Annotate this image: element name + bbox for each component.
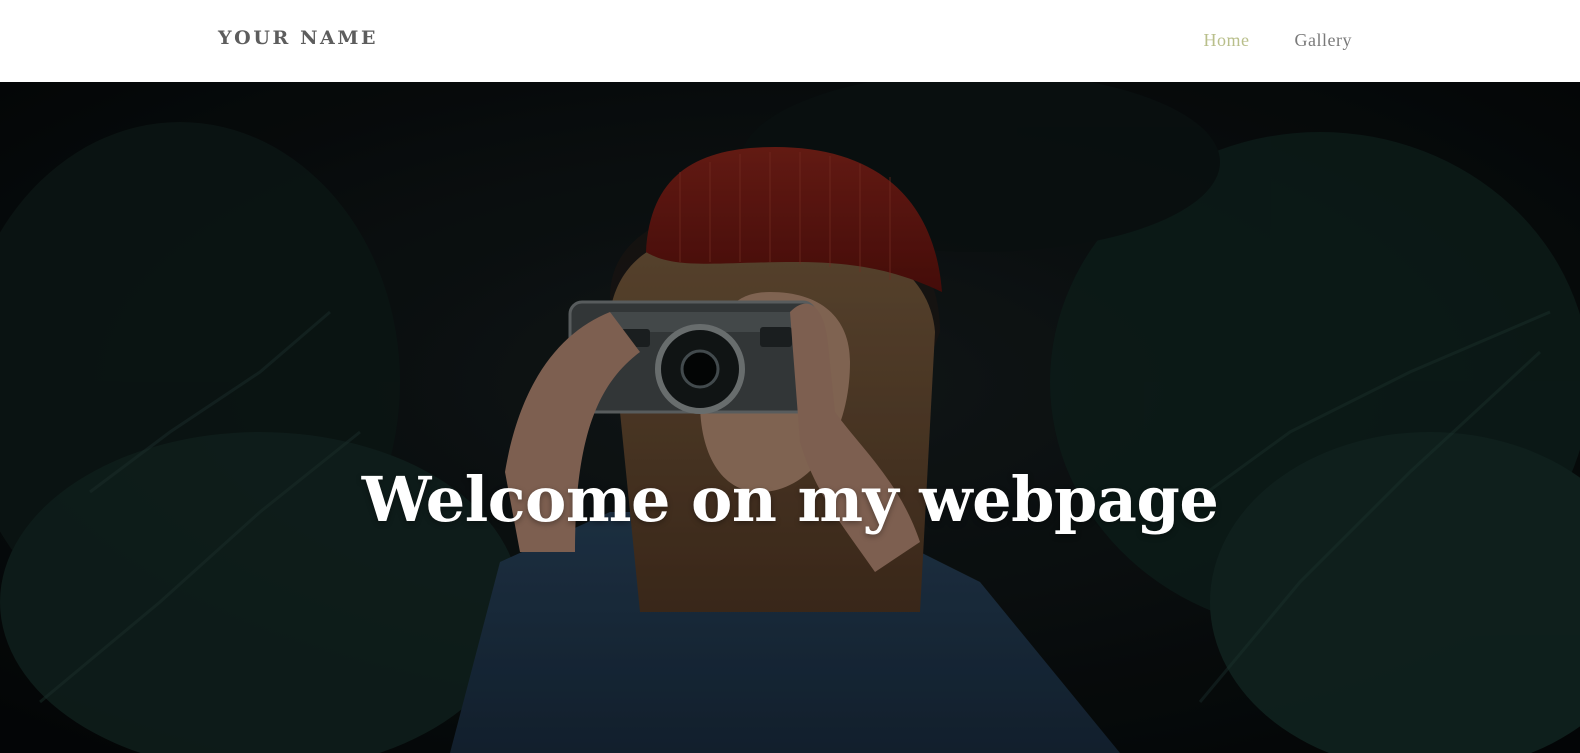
nav-home-link[interactable]: Home: [1204, 28, 1250, 52]
hero-section: Welcome on my webpage: [0, 82, 1580, 753]
site-brand[interactable]: YOUR NAME: [218, 26, 378, 50]
hero-dark-overlay: [0, 82, 1580, 753]
nav-links: Home Gallery: [1204, 28, 1352, 52]
nav-gallery-link[interactable]: Gallery: [1295, 28, 1352, 52]
top-navbar: YOUR NAME Home Gallery: [0, 0, 1580, 82]
hero-title: Welcome on my webpage: [361, 462, 1219, 536]
